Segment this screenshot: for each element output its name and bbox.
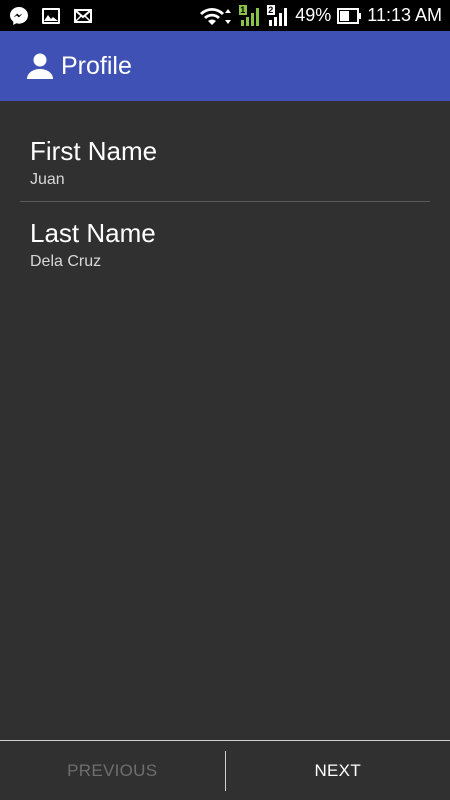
app-bar: Profile [0,31,450,101]
first-name-field[interactable]: First Name Juan [0,101,450,191]
bottom-navigation: PREVIOUS NEXT [0,740,450,800]
signal-sim1-icon: 1 [239,4,261,26]
last-name-label: Last Name [30,218,156,248]
signal-sim2-icon: 2 [267,4,289,26]
previous-button[interactable]: PREVIOUS [0,741,225,800]
battery-icon [337,6,362,26]
image-icon [40,6,62,26]
status-notifications [8,6,94,26]
clock: 11:13 AM [367,5,442,25]
first-name-value: Juan [30,171,65,188]
sim1-label: 1 [240,4,246,15]
sim2-label: 2 [268,4,274,15]
first-name-label: First Name [30,136,158,166]
mail-icon [72,6,94,26]
status-system: 1 2 49% 11:13 AM [199,4,442,26]
battery-percent: 49% [295,5,332,25]
wifi-icon [199,6,233,26]
next-button[interactable]: NEXT [226,741,450,800]
page-title: Profile [61,51,132,80]
status-bar: 1 2 49% 11:13 AM [0,0,450,31]
last-name-field[interactable]: Last Name Dela Cruz [0,202,450,273]
profile-content: First Name Juan Last Name Dela Cruz [0,101,450,273]
person-icon [26,52,54,80]
messenger-icon [8,6,30,26]
last-name-value: Dela Cruz [30,253,102,270]
